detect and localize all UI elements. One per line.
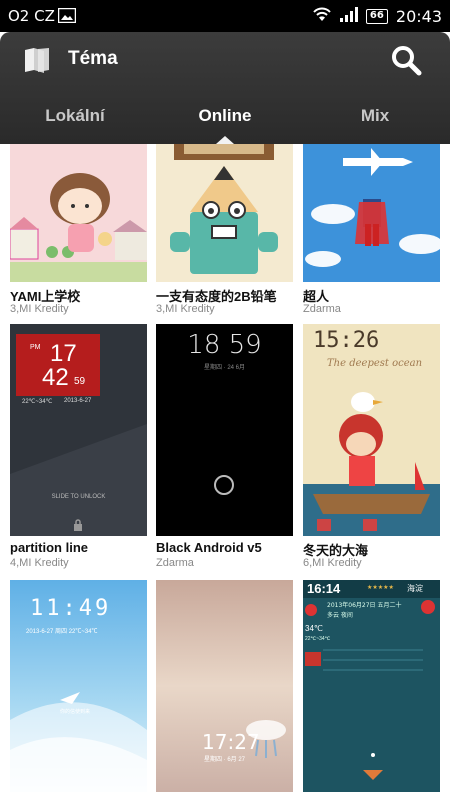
preview-time: 18 59 — [187, 330, 262, 360]
theme-thumbnail[interactable]: 15:26 The deepest ocean — [303, 324, 440, 536]
preview-date: 星期四 · 24 6月 — [203, 365, 245, 371]
preview-time: 11:49 — [30, 596, 112, 621]
app-header: Téma Lokální Online Mix — [0, 32, 450, 144]
preview-unlock: SLIDE TO UNLOCK — [51, 494, 106, 500]
signal-icon — [339, 6, 358, 26]
theme-thumbnail[interactable]: PM 17 42 59 22℃~34℃ 2013-6-27 SLIDE TO U… — [10, 324, 147, 536]
page-title: Téma — [68, 48, 118, 69]
preview-date: 2013-6-27 周四 22℃~34℃ — [26, 629, 98, 635]
theme-price: 4,MI Kredity — [10, 557, 69, 569]
active-tab-indicator — [216, 136, 234, 144]
preview-ampm: PM — [30, 344, 41, 351]
theme-name: Black Android v5 — [156, 540, 262, 555]
battery-icon: 66 — [365, 8, 388, 24]
theme-price: 3,MI Kredity — [156, 303, 215, 315]
theme-price: Zdarma — [156, 557, 194, 569]
preview-caption: 你的信使到来 — [60, 709, 91, 715]
theme-thumbnail[interactable] — [10, 144, 147, 282]
theme-price: Zdarma — [303, 303, 341, 315]
search-icon[interactable] — [390, 44, 422, 80]
tab-bar: Lokální Online Mix — [0, 96, 450, 144]
preview-temp: 34℃ — [305, 624, 323, 633]
preview-time: 16:14 — [307, 581, 341, 596]
theme-thumbnail[interactable] — [303, 144, 440, 282]
carrier-label: O2 CZ — [8, 7, 55, 25]
preview-minute: 42 — [42, 364, 69, 391]
preview-city: 海淀 — [407, 584, 423, 593]
image-notification-icon — [57, 7, 77, 27]
theme-thumbnail[interactable]: 16:14 ★★★★★ 海淀 2013年06月27日 五月二十 多云 夜间 34… — [303, 580, 440, 792]
clock: 20:43 — [395, 6, 442, 26]
preview-stars: ★★★★★ — [367, 584, 394, 591]
theme-thumbnail[interactable] — [156, 144, 293, 282]
wifi-icon — [312, 6, 332, 26]
preview-range: 22℃~34℃ — [305, 636, 331, 642]
theme-price: 6,MI Kredity — [303, 557, 362, 569]
preview-date: 2013年06月27日 五月二十 — [327, 602, 402, 609]
preview-weather: 多云 夜间 — [327, 612, 353, 619]
preview-seconds: 59 — [74, 376, 86, 387]
tab-lokalni[interactable]: Lokální — [0, 106, 150, 126]
unlock-ring-icon — [213, 474, 235, 500]
theme-thumbnail[interactable]: 17:27 星期四 · 6月 27 — [156, 580, 293, 792]
preview-date: 2013-6-27 — [64, 398, 92, 404]
theme-price: 3,MI Kredity — [10, 303, 69, 315]
preview-time: 17:27 — [202, 730, 260, 754]
theme-app-icon[interactable] — [22, 46, 52, 78]
theme-name: partition line — [10, 540, 88, 555]
tab-mix[interactable]: Mix — [300, 106, 450, 126]
preview-date: 星期四 · 6月 27 — [204, 757, 246, 763]
theme-thumbnail[interactable]: 18 59 星期四 · 24 6月 — [156, 324, 293, 536]
tab-online[interactable]: Online — [150, 106, 300, 126]
status-bar: O2 CZ 66 20:43 — [0, 0, 450, 32]
preview-caption: The deepest ocean — [327, 358, 423, 369]
preview-temp: 22℃~34℃ — [22, 399, 53, 405]
lock-icon — [73, 516, 83, 535]
theme-grid: YAMI上学校 3,MI Kredity 一支有态度的2B铅笔 3,MI Kre… — [0, 144, 450, 800]
preview-time: 15:26 — [313, 328, 380, 353]
theme-thumbnail[interactable]: 11:49 2013-6-27 周四 22℃~34℃ 你的信使到来 — [10, 580, 147, 792]
